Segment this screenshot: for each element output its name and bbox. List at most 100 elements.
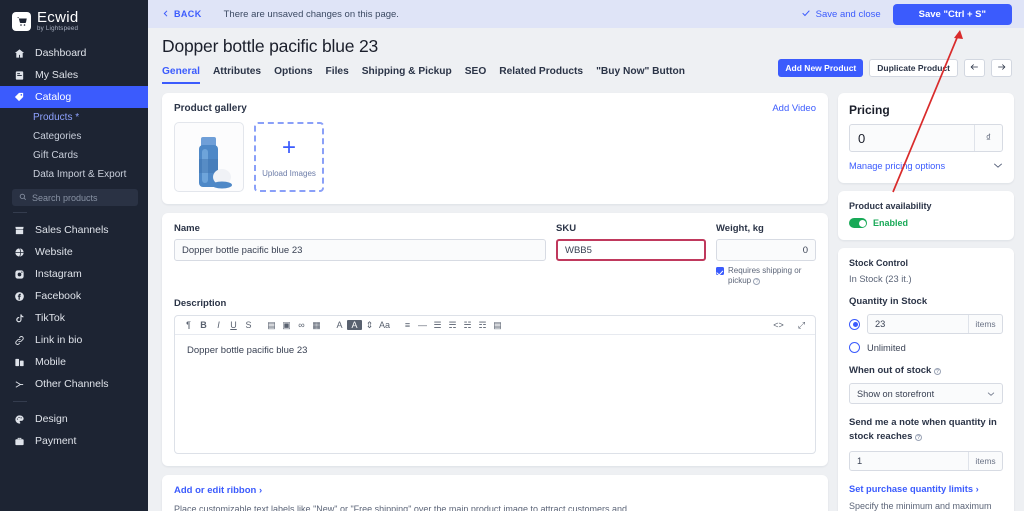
description-text[interactable]: Dopper bottle pacific blue 23 bbox=[175, 335, 815, 453]
availability-toggle[interactable] bbox=[849, 218, 867, 228]
manage-pricing-options-row[interactable]: Manage pricing options bbox=[849, 161, 1003, 171]
brand-logo[interactable]: Ecwid by Lightspeed bbox=[0, 0, 148, 42]
add-new-product-button[interactable]: Add New Product bbox=[778, 59, 864, 77]
paragraph-icon[interactable]: ¶ bbox=[181, 320, 196, 330]
price-input-group[interactable]: 0 ₫ bbox=[849, 124, 1003, 152]
sidebar-item-link-in-bio[interactable]: Link in bio bbox=[0, 329, 148, 351]
mobile-icon bbox=[13, 357, 26, 368]
weight-field-group: Weight, kg Requires shipping or pickup ? bbox=[716, 223, 816, 286]
sidebar-item-tiktok[interactable]: TikTok bbox=[0, 307, 148, 329]
search-placeholder: Search products bbox=[32, 192, 98, 203]
sidebar-item-other-channels[interactable]: Other Channels bbox=[0, 373, 148, 395]
quantity-radio-selected[interactable] bbox=[849, 318, 860, 330]
sidebar-subitem-categories[interactable]: Categories bbox=[0, 127, 148, 146]
text-color-icon[interactable]: A bbox=[332, 320, 347, 330]
fullscreen-icon[interactable]: ⤢ bbox=[794, 320, 809, 331]
sidebar: Ecwid by Lightspeed Dashboard My Sales C… bbox=[0, 0, 148, 511]
horizontal-rule-icon[interactable]: — bbox=[415, 320, 430, 330]
previous-product-button[interactable] bbox=[964, 59, 985, 77]
tab-shipping-pickup[interactable]: Shipping & Pickup bbox=[362, 66, 452, 84]
search-products-input[interactable]: Search products bbox=[12, 189, 138, 207]
image-icon[interactable]: ▤ bbox=[264, 320, 279, 331]
link-icon[interactable]: ∞ bbox=[294, 320, 309, 330]
font-size-icon[interactable]: Aa bbox=[377, 320, 392, 330]
upload-images-button[interactable]: + Upload Images bbox=[254, 122, 324, 192]
availability-toggle-row[interactable]: Enabled bbox=[849, 218, 1003, 228]
sidebar-subitem-gift-cards[interactable]: Gift Cards bbox=[0, 146, 148, 165]
duplicate-product-button[interactable]: Duplicate Product bbox=[869, 59, 958, 77]
list-bullet-icon[interactable]: ☰ bbox=[430, 320, 445, 331]
tab-files[interactable]: Files bbox=[326, 66, 349, 84]
tab-buy-now-button[interactable]: "Buy Now" Button bbox=[596, 66, 685, 84]
tab-attributes[interactable]: Attributes bbox=[213, 66, 261, 84]
save-and-close-label: Save and close bbox=[815, 8, 881, 20]
requires-shipping-checkbox[interactable] bbox=[716, 267, 724, 275]
tab-general[interactable]: General bbox=[162, 66, 200, 84]
stock-note-input-group[interactable]: 1 items bbox=[849, 450, 1003, 471]
sidebar-subitem-label: Gift Cards bbox=[33, 150, 79, 162]
sidebar-item-design[interactable]: Design bbox=[0, 408, 148, 430]
sku-input[interactable] bbox=[556, 239, 706, 261]
add-video-link[interactable]: Add Video bbox=[772, 103, 816, 114]
tab-related-products[interactable]: Related Products bbox=[499, 66, 583, 84]
stock-note-value[interactable]: 1 bbox=[850, 452, 968, 470]
sidebar-item-instagram[interactable]: Instagram bbox=[0, 263, 148, 285]
chevron-down-icon[interactable] bbox=[993, 161, 1003, 171]
line-height-icon[interactable]: ⇕ bbox=[362, 320, 377, 331]
quantity-units: items bbox=[968, 315, 1002, 333]
indent-decrease-icon[interactable]: ☵ bbox=[460, 320, 475, 331]
list-number-icon[interactable]: ☴ bbox=[445, 320, 460, 331]
sidebar-item-mobile[interactable]: Mobile bbox=[0, 351, 148, 373]
name-input[interactable] bbox=[174, 239, 546, 261]
sidebar-item-catalog[interactable]: Catalog bbox=[0, 86, 148, 109]
quantity-input-group[interactable]: 23 items bbox=[867, 314, 1003, 334]
strikethrough-icon[interactable]: S bbox=[241, 320, 256, 330]
save-and-close-button[interactable]: Save and close bbox=[801, 8, 881, 21]
weight-input[interactable] bbox=[716, 239, 816, 261]
requires-shipping-row[interactable]: Requires shipping or pickup ? bbox=[716, 266, 816, 286]
underline-icon[interactable]: U bbox=[226, 320, 241, 330]
sidebar-subitem-data-import-export[interactable]: Data Import & Export bbox=[0, 165, 148, 184]
product-image-thumbnail[interactable] bbox=[174, 122, 244, 192]
table-icon[interactable]: ▦ bbox=[309, 320, 324, 331]
stock-note-text: Send me a note when quantity in stock re… bbox=[849, 417, 997, 442]
sidebar-item-website[interactable]: Website bbox=[0, 241, 148, 263]
indent-increase-icon[interactable]: ☶ bbox=[475, 320, 490, 331]
price-value[interactable]: 0 bbox=[850, 125, 974, 151]
sidebar-item-payment[interactable]: Payment bbox=[0, 430, 148, 452]
help-icon[interactable]: ? bbox=[933, 368, 941, 375]
set-purchase-quantity-limits-link[interactable]: Set purchase quantity limits › bbox=[849, 484, 1003, 494]
save-button[interactable]: Save "Ctrl + S" bbox=[892, 3, 1012, 25]
back-button[interactable]: BACK bbox=[162, 9, 202, 20]
sidebar-item-sales-channels[interactable]: Sales Channels bbox=[0, 219, 148, 241]
code-view-icon[interactable]: <> bbox=[771, 320, 786, 331]
sidebar-item-facebook[interactable]: Facebook bbox=[0, 285, 148, 307]
tab-seo[interactable]: SEO bbox=[465, 66, 487, 84]
topbar-actions: Save and close Save "Ctrl + S" bbox=[801, 3, 1012, 25]
sidebar-item-dashboard[interactable]: Dashboard bbox=[0, 42, 148, 64]
help-icon[interactable]: ? bbox=[915, 433, 923, 441]
bold-icon[interactable]: B bbox=[196, 320, 211, 330]
help-icon[interactable]: ? bbox=[753, 278, 761, 285]
chevron-left-icon bbox=[162, 9, 170, 20]
unlimited-row[interactable]: Unlimited bbox=[849, 342, 1003, 353]
product-availability-card: Product availability Enabled bbox=[838, 191, 1014, 240]
palette-icon bbox=[13, 414, 26, 425]
sidebar-item-my-sales[interactable]: My Sales bbox=[0, 64, 148, 86]
italic-icon[interactable]: I bbox=[211, 320, 226, 330]
quantity-value[interactable]: 23 bbox=[868, 315, 968, 333]
highlight-icon[interactable]: A bbox=[347, 320, 362, 330]
tab-options[interactable]: Options bbox=[274, 66, 312, 84]
block-icon[interactable]: ▤ bbox=[490, 320, 505, 331]
stock-note-label: Send me a note when quantity in stock re… bbox=[849, 416, 1003, 444]
brand-subtitle: by Lightspeed bbox=[37, 25, 79, 32]
unlimited-radio[interactable] bbox=[849, 342, 860, 353]
instagram-icon bbox=[13, 269, 26, 280]
video-icon[interactable]: ▣ bbox=[279, 320, 294, 331]
bottle-illustration bbox=[199, 137, 232, 189]
when-out-of-stock-select[interactable]: Show on storefront bbox=[849, 383, 1003, 404]
next-product-button[interactable] bbox=[991, 59, 1012, 77]
add-or-edit-ribbon-link[interactable]: Add or edit ribbon › bbox=[174, 485, 816, 496]
align-icon[interactable]: ≡ bbox=[400, 320, 415, 330]
sidebar-subitem-products[interactable]: Products * bbox=[0, 108, 148, 127]
